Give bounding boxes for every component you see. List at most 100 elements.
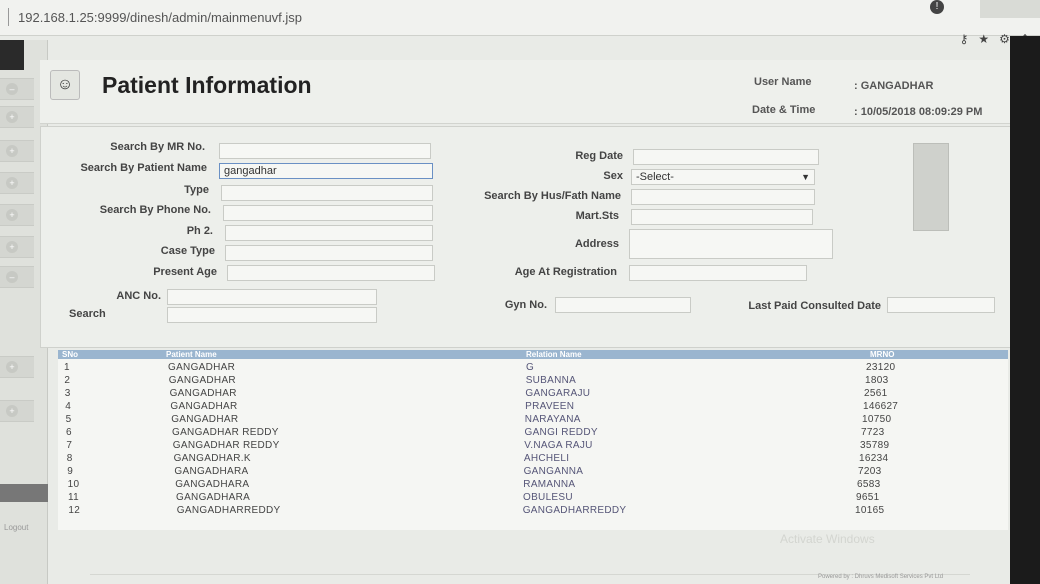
plus-icon: + [6,405,18,417]
date-time-value: : 10/05/2018 08:09:29 PM [854,106,983,118]
cell-sno: 11 [68,492,79,503]
star-icon[interactable]: ★ [978,32,989,46]
table-row[interactable]: 8 GANGADHAR.K AHCHELI 16234 [58,453,1008,466]
cell-patient-name: GANGADHAR [169,388,237,399]
sidebar-item[interactable]: – [0,266,34,288]
user-name-label: User Name [754,76,812,88]
warning-icon[interactable]: ! [930,0,944,14]
table-row[interactable]: 12 GANGADHARREDDY GANGADHARREDDY 10165 [58,505,1008,518]
page-header: ☺ Patient Information User Name : GANGAD… [40,60,1036,124]
reg-date-label: Reg Date [575,150,623,162]
age-registration-input[interactable] [629,265,807,281]
cell-sno: 1 [64,362,70,373]
cell-relation-name: RAMANNA [523,479,576,490]
cell-relation-name: AHCHELI [523,453,570,464]
cell-patient-name: GANGADHARA [174,466,249,477]
cell-patient-name: GANGADHAR REDDY [172,440,280,451]
table-row[interactable]: 11 GANGADHARA OBULESU 9651 [58,492,1008,505]
logout-link[interactable]: Logout [4,523,28,532]
phone-input[interactable] [223,205,433,221]
table-row[interactable]: 10 GANGADHARA RAMANNA 6583 [58,479,1008,492]
sex-select[interactable]: -Select- ▼ [631,169,815,185]
table-row[interactable]: 3 GANGADHAR GANGARAJU 2561 [58,388,1008,401]
cell-mrno: 23120 [866,362,896,373]
case-type-input[interactable] [225,245,433,261]
type-input[interactable] [221,185,433,201]
cell-sno: 10 [67,479,80,490]
page-title: Patient Information [102,72,312,98]
results-grid: SNo Patient Name Relation Name MRNO 1 GAN… [58,350,1008,530]
age-registration-label: Age At Registration [514,266,617,278]
cell-patient-name: GANGADHARREDDY [176,505,281,516]
cell-relation-name: PRAVEEN [525,401,575,412]
plus-icon: + [6,241,18,253]
table-row[interactable]: 1 GANGADHAR G 23120 [58,362,1008,375]
cell-mrno: 10750 [862,414,892,425]
cell-patient-name: GANGADHARA [175,479,250,490]
sidebar-item[interactable]: + [0,172,34,194]
cell-relation-name: NARAYANA [524,414,581,425]
cell-relation-name: GANGARAJU [525,388,591,399]
cell-patient-name: GANGADHAR [168,375,236,386]
sidebar-selected-bar[interactable] [0,484,48,502]
table-row[interactable]: 5 GANGADHAR NARAYANA 10750 [58,414,1008,427]
last-paid-date-input[interactable] [887,297,995,313]
cell-mrno: 35789 [860,440,890,451]
activate-windows-watermark: Activate Windows [780,532,875,546]
hus-fath-name-input[interactable] [631,189,815,205]
table-row[interactable]: 2 GANGADHAR SUBANNA 1803 [58,375,1008,388]
date-time-label: Date & Time [752,104,816,116]
cell-patient-name: GANGADHAR [171,414,239,425]
table-row[interactable]: 7 GANGADHAR REDDY V.NAGA RAJU 35789 [58,440,1008,453]
mr-no-label: Search By MR No. [110,141,205,153]
search-input[interactable] [167,307,377,323]
cell-relation-name: OBULESU [523,492,573,503]
table-row[interactable]: 6 GANGADHAR REDDY GANGI REDDY 7723 [58,427,1008,440]
hus-fath-name-label: Search By Hus/Fath Name [484,190,621,202]
reg-date-input[interactable] [633,149,819,165]
patient-name-input[interactable]: gangadhar [219,163,433,179]
cell-relation-name: GANGANNA [523,466,584,477]
grid-header: SNo Patient Name Relation Name MRNO [58,350,1008,359]
sidebar-item[interactable]: + [0,400,34,422]
table-row[interactable]: 9 GANGADHARA GANGANNA 7203 [58,466,1008,479]
address-textarea[interactable] [629,229,833,259]
cell-relation-name: GANGI REDDY [524,427,598,438]
cell-patient-name: GANGADHAR REDDY [172,427,279,438]
key-icon[interactable]: ⚷ [960,32,969,46]
present-age-input[interactable] [227,265,435,281]
ph2-input[interactable] [225,225,433,241]
plus-icon: + [6,209,18,221]
mr-no-input[interactable] [219,143,431,159]
table-row[interactable]: 4 GANGADHAR PRAVEEN 146627 [58,401,1008,414]
col-mrno-header[interactable]: MRNO [870,350,894,359]
cell-mrno: 7203 [858,466,882,477]
url-text[interactable]: 192.168.1.25:9999/dinesh/admin/mainmenuv… [18,10,302,25]
col-patient-name-header[interactable]: Patient Name [166,350,217,359]
mart-sts-input[interactable] [631,209,813,225]
settings-icon[interactable]: ⚙ [999,32,1010,46]
anc-no-label: ANC No. [116,290,161,302]
col-sno-header[interactable]: SNo [62,350,78,359]
cell-relation-name: SUBANNA [525,375,577,386]
sidebar-item[interactable]: + [0,106,34,128]
col-relation-name-header[interactable]: Relation Name [526,350,582,359]
sidebar-item[interactable]: – [0,78,34,100]
plus-icon: + [6,361,18,373]
sidebar-dark-tab [0,40,24,70]
sidebar-item[interactable]: + [0,140,34,162]
cell-sno: 12 [68,505,81,516]
gyn-no-input[interactable] [555,297,691,313]
extension-area [980,0,1040,18]
sidebar-item[interactable]: + [0,356,34,378]
cell-relation-name: GANGADHARREDDY [522,505,627,516]
sidebar-item[interactable]: + [0,236,34,258]
patient-photo-placeholder [913,143,949,231]
cell-mrno: 2561 [864,388,888,399]
address-separator [8,8,9,26]
anc-no-input[interactable] [167,289,377,305]
search-label: Search [69,308,106,320]
plus-icon: + [6,145,18,157]
cell-mrno: 146627 [863,401,899,412]
sidebar-item[interactable]: + [0,204,34,226]
